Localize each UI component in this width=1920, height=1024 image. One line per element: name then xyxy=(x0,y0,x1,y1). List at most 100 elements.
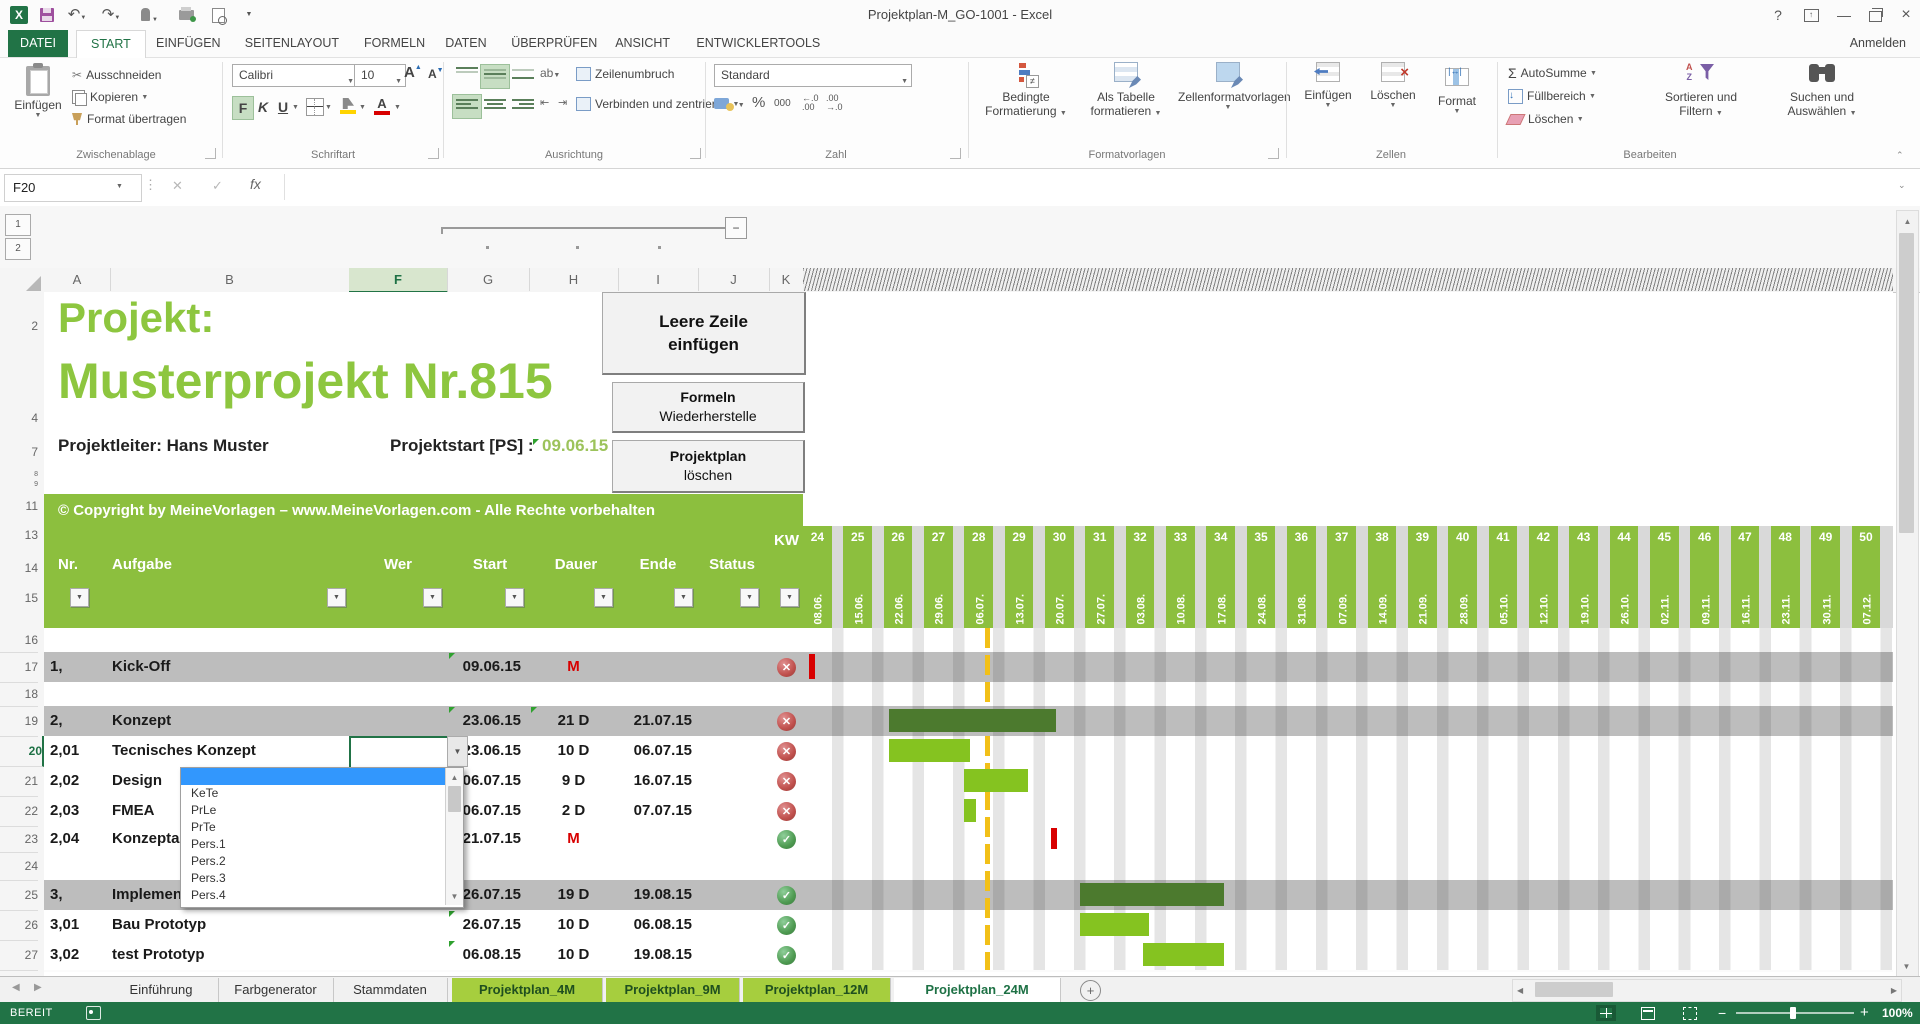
format-as-table-button[interactable]: Als Tabelle formatieren ▼ xyxy=(1080,62,1172,118)
row-header-27[interactable]: 27 xyxy=(0,940,38,971)
grow-font-button[interactable]: A▲ xyxy=(404,64,422,81)
cell-start[interactable]: 26.07.15 xyxy=(447,910,521,940)
cell-nr[interactable]: 3,01 xyxy=(50,910,104,940)
sheet-tab-projektplan_4m[interactable]: Projektplan_4M xyxy=(452,978,603,1003)
row-header-15[interactable]: 15 xyxy=(0,590,38,606)
ribbon-tab-seitenlayout[interactable]: SEITENLAYOUT xyxy=(231,30,353,57)
scroll-down-arrow[interactable]: ▼ xyxy=(446,892,463,901)
sign-in-link[interactable]: Anmelden xyxy=(1850,30,1906,57)
cell-dropdown-button[interactable]: ▼ xyxy=(447,736,468,767)
ribbon-tab-entwicklertools[interactable]: ENTWICKLERTOOLS xyxy=(682,30,834,57)
new-sheet-button[interactable]: + xyxy=(1080,980,1101,1001)
font-family-select[interactable]: Calibri▼ xyxy=(232,64,358,87)
delete-plan-button[interactable]: Projektplanlöschen xyxy=(612,440,805,493)
column-header-G[interactable]: G xyxy=(447,268,530,291)
row-header-25[interactable]: 25 xyxy=(0,880,38,911)
sheet-tab-einführung[interactable]: Einführung xyxy=(104,978,219,1003)
insert-cells-button[interactable]: Einfügen▼ xyxy=(1296,62,1360,109)
help-button[interactable]: ? xyxy=(1765,4,1791,26)
row-header-17[interactable]: 17 xyxy=(0,652,38,683)
row-header-7[interactable]: 7 xyxy=(0,444,38,460)
ribbon-tab-formeln[interactable]: FORMELN xyxy=(350,30,439,57)
cell-nr[interactable]: 3,02 xyxy=(50,940,104,970)
ribbon-tab-ansicht[interactable]: ANSICHT xyxy=(601,30,684,57)
redo-button[interactable]: ↷▼ xyxy=(100,4,122,26)
cell-nr[interactable]: 2, xyxy=(50,706,104,736)
filter-button-start[interactable]: ▼ xyxy=(505,588,524,607)
save-button[interactable] xyxy=(36,4,58,26)
cell-end[interactable]: 16.07.15 xyxy=(618,766,692,796)
close-button[interactable]: × xyxy=(1893,4,1919,26)
wrap-text-button[interactable]: Zeilenumbruch xyxy=(576,64,674,84)
font-color-button[interactable]: A xyxy=(374,96,390,115)
sheet-tab-farbgenerator[interactable]: Farbgenerator xyxy=(218,978,334,1003)
select-all-corner[interactable] xyxy=(26,276,41,291)
underline-button[interactable]: U xyxy=(274,96,292,118)
ribbon-tab-überprüfen[interactable]: ÜBERPRÜFEN xyxy=(497,30,611,57)
dropdown-item-prle[interactable]: PrLe xyxy=(181,802,445,819)
increase-indent-button[interactable]: ⇥ xyxy=(558,96,567,109)
comma-style-button[interactable]: 000 xyxy=(774,98,791,109)
page-layout-view-button[interactable] xyxy=(1638,1005,1658,1021)
paste-dropdown-arrow[interactable]: ▼ xyxy=(14,112,62,119)
number-dialog-launcher[interactable] xyxy=(950,148,961,159)
macro-record-icon[interactable] xyxy=(86,1006,101,1020)
dropdown-item-pers1[interactable]: Pers.1 xyxy=(181,836,445,853)
row-header-22[interactable]: 22 xyxy=(0,796,38,827)
outline-level-button-2[interactable]: 2 xyxy=(5,238,31,260)
row-header-8[interactable]: 8 xyxy=(0,470,38,479)
cell-duration[interactable]: 2 D xyxy=(529,796,618,826)
row-header-26[interactable]: 26 xyxy=(0,910,38,941)
cell-duration[interactable]: 19 D xyxy=(529,880,618,910)
normal-view-button[interactable] xyxy=(1596,1005,1616,1021)
cell-duration[interactable]: M xyxy=(529,652,618,682)
ribbon-display-options-button[interactable]: ↑ xyxy=(1798,4,1824,26)
number-format-select[interactable]: Standard▼ xyxy=(714,64,912,87)
outline-level-button-1[interactable]: 1 xyxy=(5,214,31,236)
underline-dropdown-arrow[interactable]: ▼ xyxy=(292,104,299,111)
print-preview-button[interactable] xyxy=(208,4,230,26)
cell-end[interactable]: 19.08.15 xyxy=(618,940,692,970)
cell-end[interactable]: 07.07.15 xyxy=(618,796,692,826)
cell-duration[interactable]: 10 D xyxy=(529,940,618,970)
name-box-dropdown-arrow[interactable]: ▼ xyxy=(116,183,123,190)
insert-function-button[interactable]: fx xyxy=(250,176,261,192)
filter-button-kw[interactable]: ▼ xyxy=(780,588,799,607)
dropdown-item-blank[interactable] xyxy=(181,768,445,785)
tab-scroll-right-button[interactable]: ▶ xyxy=(34,982,42,993)
orientation-button[interactable]: ab▼ xyxy=(540,66,560,80)
font-size-select[interactable]: 10▼ xyxy=(354,64,406,87)
column-header-J[interactable]: J xyxy=(698,268,770,291)
decrease-indent-button[interactable]: ⇤ xyxy=(540,96,549,109)
increase-decimal-button[interactable]: ←.0.00 xyxy=(802,94,819,112)
bold-button[interactable]: F xyxy=(232,96,254,120)
row-header-18[interactable]: 18 xyxy=(0,682,38,707)
clear-button[interactable]: Löschen ▼ xyxy=(1508,110,1584,128)
dropdown-scrollbar[interactable]: ▲ ▼ xyxy=(445,768,463,905)
autosum-button[interactable]: Σ AutoSumme ▼ xyxy=(1508,64,1597,82)
tab-datei[interactable]: DATEI xyxy=(8,30,68,57)
cell-end[interactable]: 06.07.15 xyxy=(618,736,692,766)
sheet-tab-projektplan_24m[interactable]: Projektplan_24M xyxy=(894,978,1061,1005)
zoom-level[interactable]: 100% xyxy=(1882,1006,1913,1020)
zoom-in-button[interactable]: + xyxy=(1860,1004,1869,1021)
accounting-format-button[interactable]: ▼ xyxy=(714,96,745,111)
row-header-14[interactable]: 14 xyxy=(0,560,38,576)
cell-duration[interactable]: 9 D xyxy=(529,766,618,796)
font-dialog-launcher[interactable] xyxy=(428,148,439,159)
fill-button[interactable]: ↓ Füllbereich ▼ xyxy=(1508,87,1596,105)
zoom-slider-thumb[interactable] xyxy=(1790,1007,1796,1019)
qat-customize-button[interactable]: ▼ xyxy=(238,4,260,26)
expand-formula-bar-button[interactable]: ⌄ xyxy=(1898,180,1906,191)
formula-input[interactable] xyxy=(284,174,1881,200)
cell-nr[interactable]: 2,03 xyxy=(50,796,104,826)
table-row-16[interactable] xyxy=(44,628,1893,654)
styles-dialog-launcher[interactable] xyxy=(1268,148,1279,159)
dropdown-item-prte[interactable]: PrTe xyxy=(181,819,445,836)
selected-cell-f20[interactable] xyxy=(349,736,450,769)
sheet-tab-projektplan_12m[interactable]: Projektplan_12M xyxy=(743,978,891,1003)
cell-duration[interactable]: 10 D xyxy=(529,736,618,766)
italic-button[interactable]: K xyxy=(254,96,272,118)
row-header-2[interactable]: 2 xyxy=(0,318,38,334)
paste-button[interactable]: Einfügen ▼ xyxy=(14,62,62,146)
